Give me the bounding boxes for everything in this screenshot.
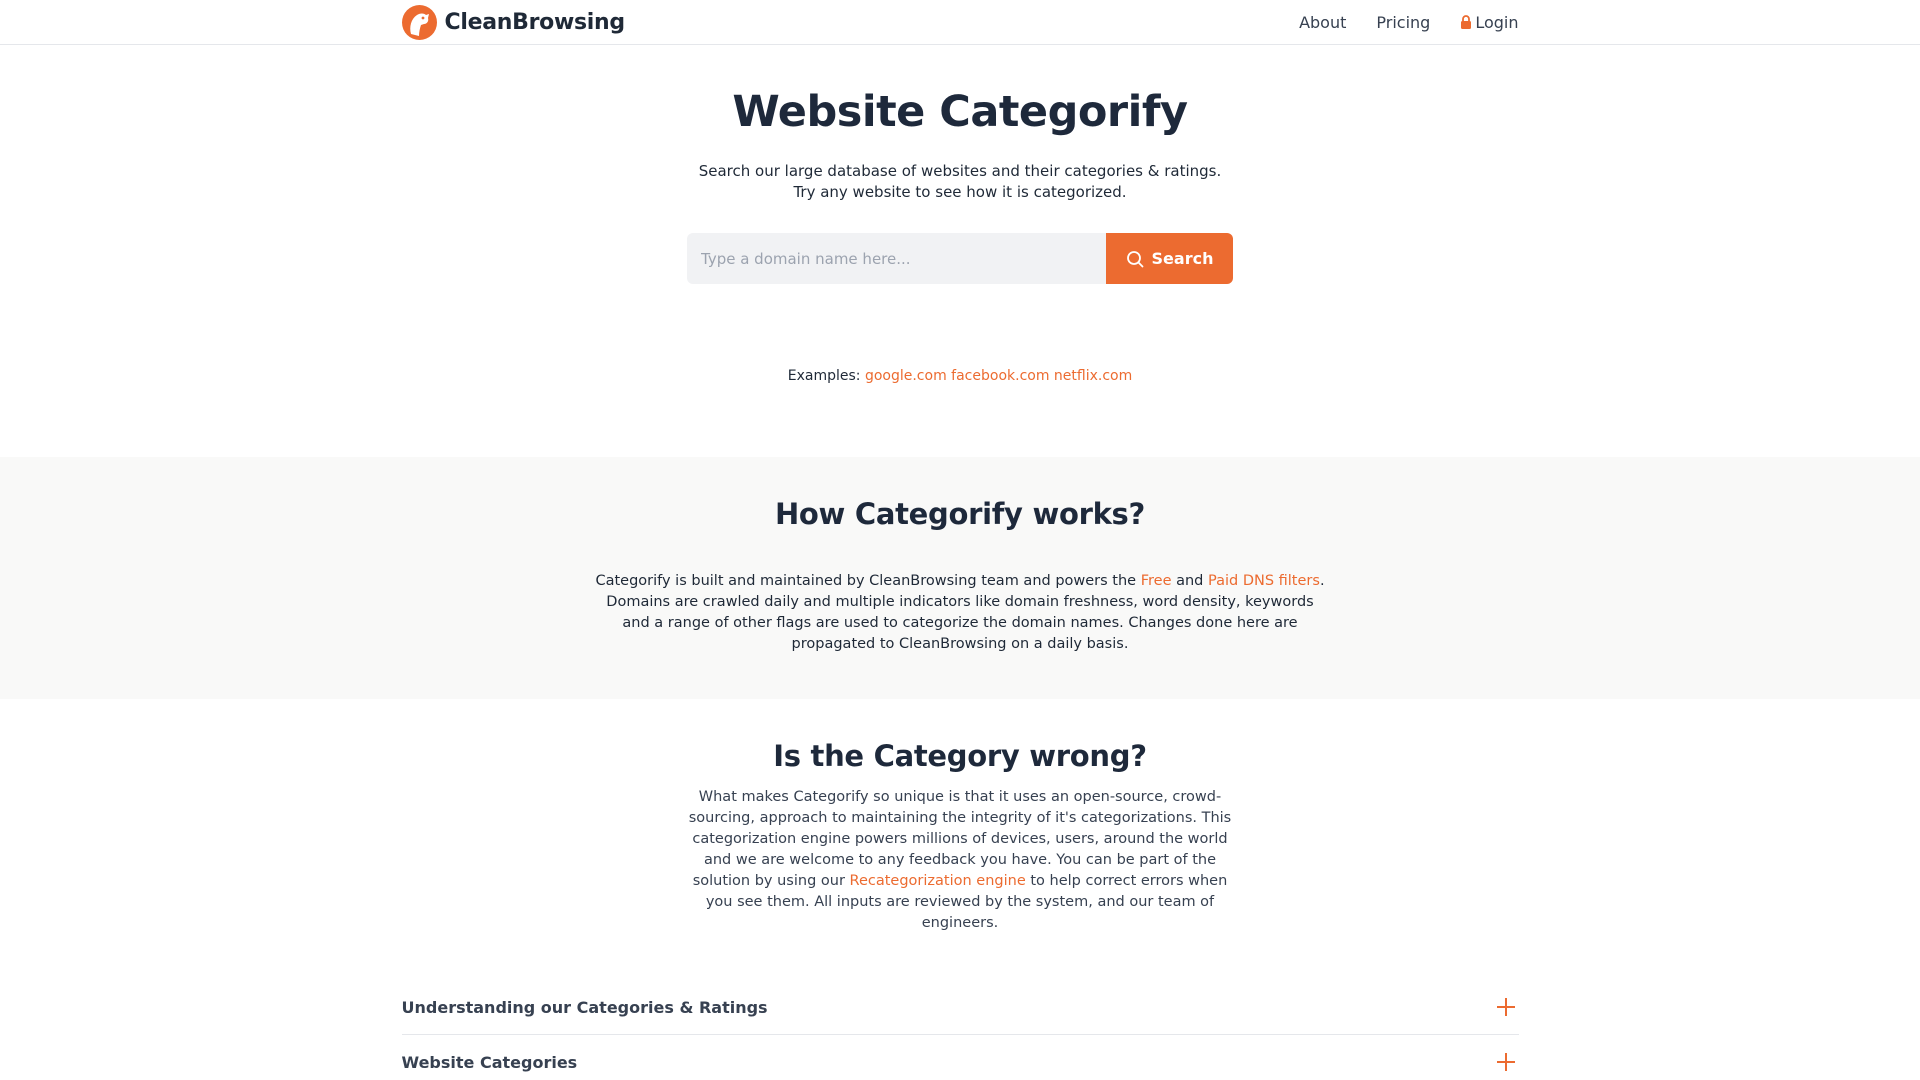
how-it-works-section: How Categorify works? Categorify is buil…	[0, 457, 1920, 699]
search-form: Search	[687, 233, 1233, 284]
hero-subtitle-line2: Try any website to see how it is categor…	[793, 183, 1127, 201]
accordion-title: Understanding our Categories & Ratings	[401, 997, 768, 1017]
main-nav: About Pricing Login	[1299, 13, 1518, 32]
brand-name: CleanBrowsing	[444, 9, 626, 35]
accordion-item-categories-ratings[interactable]: Understanding our Categories & Ratings	[401, 980, 1519, 1035]
examples-line: Examples: google.com facebook.com netfli…	[0, 368, 1920, 384]
plus-icon[interactable]	[1496, 1053, 1515, 1071]
accordion-item-website-categories[interactable]: Website Categories	[402, 1035, 1519, 1080]
search-button-label: Search	[1151, 249, 1214, 268]
example-link-google[interactable]: google.com	[865, 368, 947, 384]
site-header: CleanBrowsing About Pricing Login	[0, 0, 1920, 45]
category-wrong-section: Is the Category wrong? What makes Catego…	[0, 699, 1920, 1080]
nav-login[interactable]: Login	[1460, 12, 1519, 32]
plus-icon[interactable]	[1496, 998, 1515, 1016]
cleanbrowsing-logo-icon	[401, 4, 437, 40]
faq-accordion: Understanding our Categories & Ratings W…	[401, 980, 1519, 1080]
brand-link[interactable]: CleanBrowsing	[401, 4, 626, 40]
how-description: Categorify is built and maintained by Cl…	[595, 571, 1325, 655]
nav-pricing[interactable]: Pricing	[1376, 13, 1430, 32]
example-link-netflix[interactable]: netflix.com	[1054, 368, 1132, 384]
wrong-title: Is the Category wrong?	[773, 739, 1147, 773]
hero-section: Website Categorify Search our large data…	[0, 45, 1920, 457]
recategorization-link[interactable]: Recategorization engine	[850, 873, 1026, 889]
search-button[interactable]: Search	[1106, 233, 1233, 284]
hero-subtitle: Search our large database of websites an…	[0, 161, 1920, 203]
how-text-and: and	[1171, 573, 1208, 589]
example-link-facebook[interactable]: facebook.com	[951, 368, 1049, 384]
accordion-title: Website Categories	[401, 1052, 578, 1072]
page-title: Website Categorify	[732, 87, 1188, 137]
how-text-start: Categorify is built and maintained by Cl…	[595, 573, 1141, 589]
free-dns-link[interactable]: Free	[1141, 573, 1172, 589]
lock-icon	[1461, 15, 1472, 29]
paid-dns-link[interactable]: Paid DNS filters	[1208, 573, 1320, 589]
domain-search-input[interactable]	[687, 233, 1106, 284]
search-icon	[1126, 250, 1143, 267]
how-title: How Categorify works?	[774, 497, 1146, 531]
examples-label: Examples:	[787, 368, 861, 384]
nav-about[interactable]: About	[1299, 13, 1346, 32]
wrong-description: What makes Categorify so unique is that …	[680, 787, 1240, 934]
hero-subtitle-line1: Search our large database of websites an…	[698, 162, 1222, 180]
header-inner: CleanBrowsing About Pricing Login	[401, 0, 1519, 44]
nav-login-label: Login	[1475, 12, 1519, 32]
